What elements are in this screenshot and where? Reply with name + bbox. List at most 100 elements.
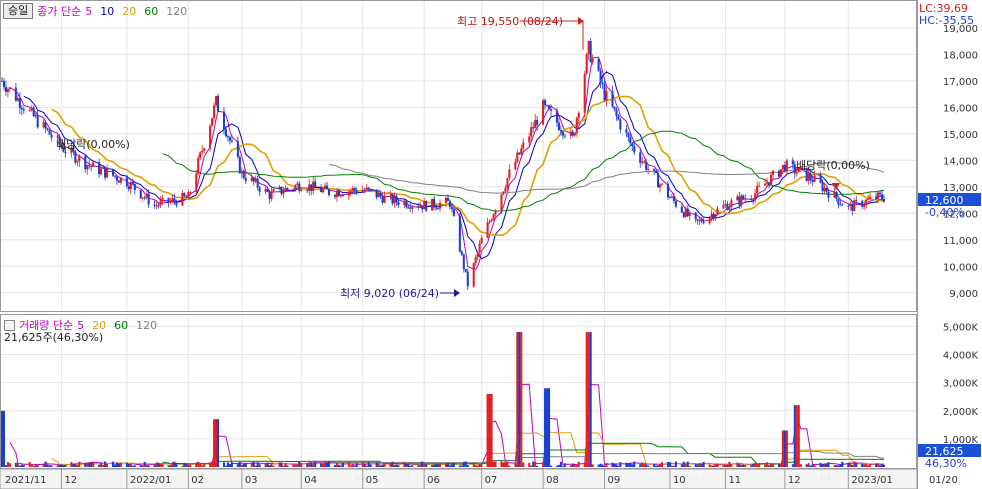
volume-bar	[74, 463, 77, 467]
volume-bar	[486, 393, 489, 467]
volume-bar	[403, 461, 406, 467]
volume-bar	[688, 465, 691, 467]
current-change: -0,40%	[925, 206, 964, 219]
volume-bar	[722, 464, 725, 467]
candle-body	[242, 170, 245, 178]
candle-body	[655, 170, 658, 173]
volume-bar	[799, 464, 802, 467]
volume-bar	[561, 465, 564, 467]
volume-bar	[502, 462, 505, 467]
volume-bar	[240, 464, 243, 467]
candle-body	[684, 208, 687, 217]
candle-body	[199, 152, 202, 159]
volume-bar	[777, 463, 780, 467]
volume-bar	[805, 464, 808, 467]
candle-body	[215, 96, 218, 106]
candle-body	[486, 222, 489, 238]
volume-bar	[308, 462, 311, 467]
candle-body	[42, 122, 45, 128]
volume-bar	[409, 465, 412, 467]
candle-body	[480, 237, 483, 244]
volume-bar	[516, 332, 519, 467]
volume-bar	[199, 463, 202, 467]
candle-body	[613, 106, 616, 110]
candle-body	[50, 134, 53, 138]
volume-bar	[563, 463, 566, 467]
candle-body	[722, 204, 725, 209]
candle-body	[458, 215, 461, 252]
volume-bar	[242, 463, 245, 467]
volume-bar	[270, 462, 273, 467]
candle-body	[2, 80, 6, 88]
volume-bar	[375, 462, 378, 467]
volume-bar	[14, 462, 17, 467]
candle-body	[766, 182, 769, 184]
volume-bar	[446, 462, 449, 467]
candle-body	[171, 198, 174, 201]
price-ma-60: 60	[144, 4, 159, 18]
dividend-note-2: 배당락(0,00%)	[796, 159, 870, 172]
candle-body	[111, 168, 115, 176]
volume-bar	[647, 465, 650, 467]
candle-body	[28, 110, 31, 112]
candle-body	[879, 192, 882, 195]
stock-chart-canvas[interactable]: 9,00010,00011,00012,00013,00014,00015,00…	[0, 0, 982, 489]
candle-body	[8, 87, 11, 90]
volume-bar	[347, 462, 350, 467]
volume-bar	[333, 465, 337, 467]
candle-body	[670, 196, 673, 198]
volume-bar	[769, 464, 773, 467]
volume-bar	[504, 461, 507, 467]
candle-body	[363, 189, 366, 191]
volume-bar	[520, 332, 523, 467]
volume-bar	[355, 463, 358, 467]
volume-bar	[657, 465, 660, 467]
x-tick-label: 08	[546, 475, 559, 486]
volume-bar	[224, 465, 228, 467]
volume-bar	[444, 463, 448, 467]
volume-ma-120: 120	[136, 318, 158, 332]
candle-body	[405, 201, 408, 208]
candle-body	[446, 197, 449, 201]
volume-bar	[76, 464, 79, 467]
candle-body	[367, 187, 370, 189]
volume-bar	[312, 463, 315, 467]
volume-bar	[8, 463, 11, 467]
volume-bar	[129, 463, 132, 467]
volume-bar	[758, 463, 761, 467]
price-y-tick: 15,000	[943, 130, 978, 141]
volume-bar	[230, 462, 233, 467]
volume-bar	[555, 465, 558, 467]
candle-body	[561, 131, 564, 136]
volume-bar	[369, 464, 372, 467]
volume-bar	[882, 464, 886, 467]
candle-body	[658, 184, 662, 188]
candle-body	[419, 205, 422, 208]
candle-body	[131, 182, 134, 184]
collapse-icon[interactable]	[4, 319, 15, 331]
volume-bar	[827, 462, 830, 467]
volume-bar	[250, 462, 253, 467]
volume-bar	[16, 463, 19, 467]
volume-bar	[322, 463, 325, 467]
volume-bar	[86, 462, 89, 467]
volume-bar	[631, 464, 634, 467]
mode-button[interactable]: 승일	[3, 3, 34, 19]
candle-body	[795, 172, 798, 174]
volume-bar	[666, 462, 669, 467]
candle-body	[296, 183, 299, 186]
candle-body	[736, 196, 739, 201]
volume-bar	[797, 405, 800, 467]
candle-body	[337, 191, 340, 197]
volume-bar	[157, 462, 160, 467]
volume-bar	[684, 464, 687, 467]
candle-body	[395, 195, 398, 202]
candle-body	[660, 183, 664, 185]
candle-body	[240, 170, 243, 174]
candle-body	[306, 190, 309, 192]
candle-body	[490, 219, 493, 222]
volume-bar	[78, 461, 81, 467]
volume-bar	[18, 465, 21, 467]
candle-body	[791, 160, 794, 165]
candle-body	[312, 181, 315, 191]
